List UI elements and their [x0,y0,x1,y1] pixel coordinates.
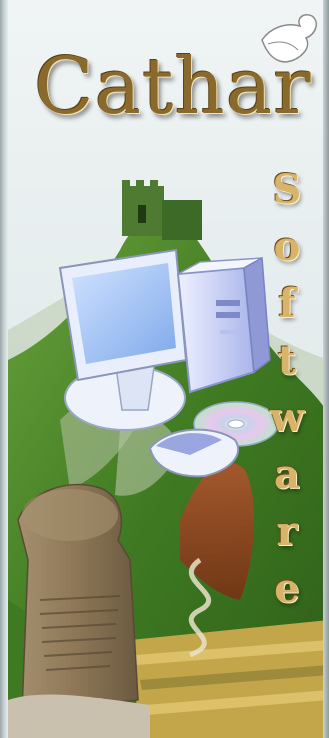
right-frame [323,0,329,738]
computer-monitor-icon [58,248,188,431]
subtitle-letter: w [269,394,305,441]
subtitle-letter: e [274,565,300,612]
subtitle-letter: S [272,166,302,213]
left-frame [0,0,8,738]
brand-title: Cathar [34,48,312,126]
subtitle-letter: r [276,508,298,555]
subtitle-letter: t [277,337,297,384]
brand-subtitle-vertical: S o f t w a r e [266,170,308,626]
subtitle-letter: a [274,451,300,498]
subtitle-letter: o [273,223,301,270]
brand-title-text: Cathar [34,42,312,132]
subtitle-letter: f [278,280,296,327]
cathar-software-banner: Cathar S o f t w a r e [0,0,329,738]
